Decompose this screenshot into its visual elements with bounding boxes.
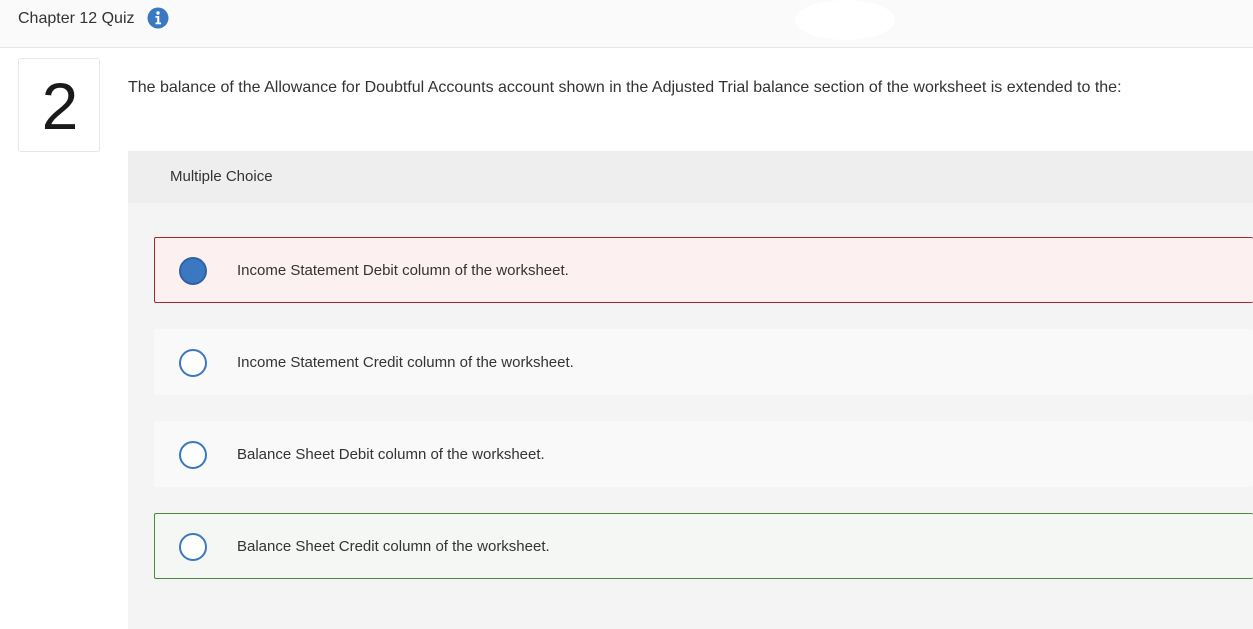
- choices-panel: Multiple Choice Income Statement Debit c…: [128, 151, 1253, 629]
- question-number: 2: [41, 69, 79, 143]
- info-icon[interactable]: [147, 7, 169, 29]
- choice-option-1[interactable]: Income Statement Debit column of the wor…: [154, 237, 1253, 303]
- redaction-blob: [795, 0, 895, 40]
- radio-empty-icon[interactable]: [179, 349, 207, 377]
- quiz-header: Chapter 12 Quiz: [0, 0, 1253, 48]
- radio-empty-icon[interactable]: [179, 441, 207, 469]
- choices-type-label: Multiple Choice: [170, 168, 273, 185]
- quiz-title: Chapter 12 Quiz: [18, 10, 135, 27]
- choices-header: Multiple Choice: [128, 151, 1253, 203]
- radio-selected-icon[interactable]: [179, 257, 207, 285]
- question-prompt: The balance of the Allowance for Doubtfu…: [128, 79, 1122, 96]
- choice-text: Balance Sheet Debit column of the worksh…: [237, 446, 545, 463]
- choice-text: Balance Sheet Credit column of the works…: [237, 538, 550, 555]
- choice-option-3[interactable]: Balance Sheet Debit column of the worksh…: [154, 421, 1253, 487]
- choice-option-4[interactable]: Balance Sheet Credit column of the works…: [154, 513, 1253, 579]
- question-number-box: 2: [18, 58, 100, 152]
- choice-option-2[interactable]: Income Statement Credit column of the wo…: [154, 329, 1253, 395]
- choice-text: Income Statement Credit column of the wo…: [237, 354, 574, 371]
- radio-empty-icon[interactable]: [179, 533, 207, 561]
- choice-text: Income Statement Debit column of the wor…: [237, 262, 569, 279]
